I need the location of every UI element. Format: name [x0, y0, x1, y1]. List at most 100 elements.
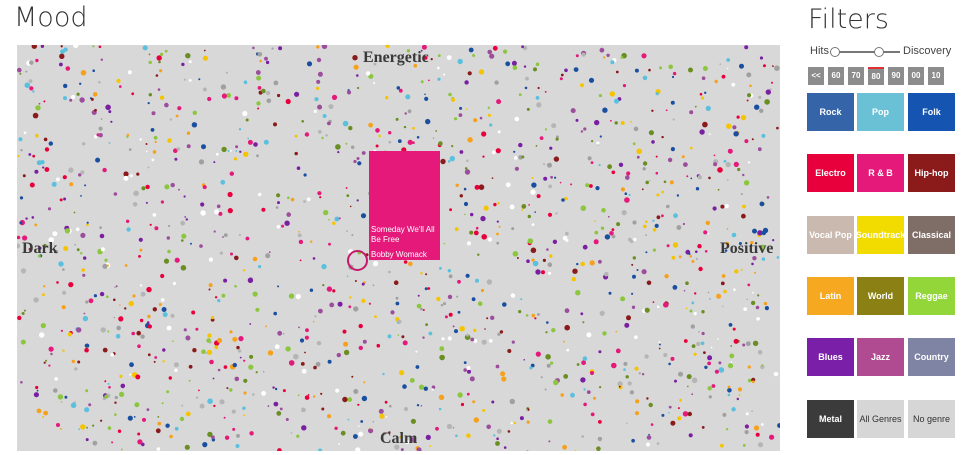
song-dot[interactable] — [73, 45, 79, 48]
song-dot[interactable] — [682, 222, 686, 226]
song-dot[interactable] — [35, 105, 41, 111]
song-dot[interactable] — [346, 275, 349, 278]
song-dot[interactable] — [597, 436, 603, 442]
song-dot[interactable] — [720, 443, 724, 448]
song-dot[interactable] — [730, 345, 733, 347]
song-dot[interactable] — [226, 387, 229, 390]
song-dot[interactable] — [92, 424, 95, 427]
song-dot[interactable] — [327, 414, 332, 419]
song-dot[interactable] — [581, 435, 585, 438]
song-dot[interactable] — [345, 142, 348, 145]
song-dot[interactable] — [756, 317, 760, 321]
song-dot[interactable] — [129, 373, 132, 376]
song-dot[interactable] — [132, 202, 138, 207]
song-dot[interactable] — [43, 100, 46, 103]
song-dot[interactable] — [599, 47, 605, 53]
song-dot[interactable] — [92, 92, 98, 97]
song-dot[interactable] — [565, 239, 569, 242]
song-dot[interactable] — [78, 428, 81, 430]
song-dot[interactable] — [655, 171, 659, 175]
song-dot[interactable] — [651, 140, 655, 144]
song-dot[interactable] — [416, 303, 422, 309]
song-dot[interactable] — [726, 58, 731, 62]
song-dot[interactable] — [80, 70, 87, 76]
song-dot[interactable] — [273, 401, 279, 407]
song-dot[interactable] — [298, 239, 304, 245]
song-dot[interactable] — [382, 372, 385, 376]
song-dot[interactable] — [587, 156, 592, 161]
song-dot[interactable] — [446, 423, 453, 430]
genre-button[interactable]: Country — [908, 338, 955, 376]
song-dot[interactable] — [601, 208, 606, 213]
song-dot[interactable] — [513, 150, 516, 153]
song-dot[interactable] — [80, 424, 86, 430]
song-dot[interactable] — [203, 49, 206, 52]
song-dot[interactable] — [586, 390, 591, 394]
song-dot[interactable] — [85, 389, 89, 393]
song-dot[interactable] — [599, 310, 605, 316]
song-dot[interactable] — [135, 374, 141, 380]
song-dot[interactable] — [356, 157, 360, 160]
song-dot[interactable] — [173, 362, 179, 368]
song-dot[interactable] — [373, 81, 376, 84]
song-dot[interactable] — [472, 400, 476, 404]
song-dot[interactable] — [120, 448, 123, 451]
song-dot[interactable] — [147, 166, 150, 169]
song-dot[interactable] — [32, 112, 39, 119]
song-dot[interactable] — [223, 365, 228, 369]
song-dot[interactable] — [316, 341, 322, 346]
song-dot[interactable] — [484, 328, 486, 330]
song-dot[interactable] — [288, 293, 295, 299]
song-dot[interactable] — [739, 63, 744, 69]
song-dot[interactable] — [181, 239, 184, 242]
song-dot[interactable] — [582, 356, 588, 361]
song-dot[interactable] — [762, 227, 769, 234]
song-dot[interactable] — [510, 293, 516, 298]
song-dot[interactable] — [486, 424, 492, 430]
song-dot[interactable] — [303, 200, 306, 203]
song-dot[interactable] — [119, 391, 125, 397]
song-dot[interactable] — [85, 300, 89, 304]
song-dot[interactable] — [208, 257, 213, 262]
song-dot[interactable] — [464, 80, 469, 85]
song-dot[interactable] — [100, 247, 105, 252]
song-dot[interactable] — [449, 208, 452, 212]
song-dot[interactable] — [159, 69, 163, 73]
song-dot[interactable] — [375, 128, 380, 133]
song-dot[interactable] — [496, 241, 500, 245]
song-dot[interactable] — [131, 92, 135, 96]
song-dot[interactable] — [200, 210, 206, 216]
song-dot[interactable] — [205, 352, 208, 354]
song-dot[interactable] — [376, 343, 381, 348]
song-dot[interactable] — [74, 367, 78, 371]
song-dot[interactable] — [503, 49, 508, 54]
song-dot[interactable] — [416, 136, 420, 139]
song-dot[interactable] — [147, 353, 151, 357]
song-dot[interactable] — [327, 121, 331, 126]
song-dot[interactable] — [717, 167, 723, 173]
song-dot[interactable] — [321, 45, 328, 49]
song-dot[interactable] — [470, 337, 475, 342]
song-dot[interactable] — [111, 441, 114, 444]
song-dot[interactable] — [33, 392, 39, 398]
song-dot[interactable] — [138, 237, 143, 242]
song-dot[interactable] — [661, 190, 664, 194]
song-dot[interactable] — [412, 126, 415, 130]
song-dot[interactable] — [56, 423, 60, 427]
song-dot[interactable] — [299, 338, 305, 343]
song-dot[interactable] — [535, 269, 541, 275]
song-dot[interactable] — [114, 401, 117, 404]
song-dot[interactable] — [36, 389, 39, 392]
song-dot[interactable] — [137, 439, 143, 445]
song-dot[interactable] — [733, 338, 739, 344]
song-dot[interactable] — [234, 255, 239, 261]
song-dot[interactable] — [35, 385, 39, 390]
song-dot[interactable] — [615, 348, 621, 354]
song-dot[interactable] — [518, 93, 522, 97]
song-dot[interactable] — [752, 228, 757, 234]
song-dot[interactable] — [689, 110, 694, 115]
song-dot[interactable] — [19, 221, 23, 225]
song-dot[interactable] — [747, 378, 752, 383]
song-dot[interactable] — [521, 208, 524, 211]
song-dot[interactable] — [321, 407, 325, 411]
